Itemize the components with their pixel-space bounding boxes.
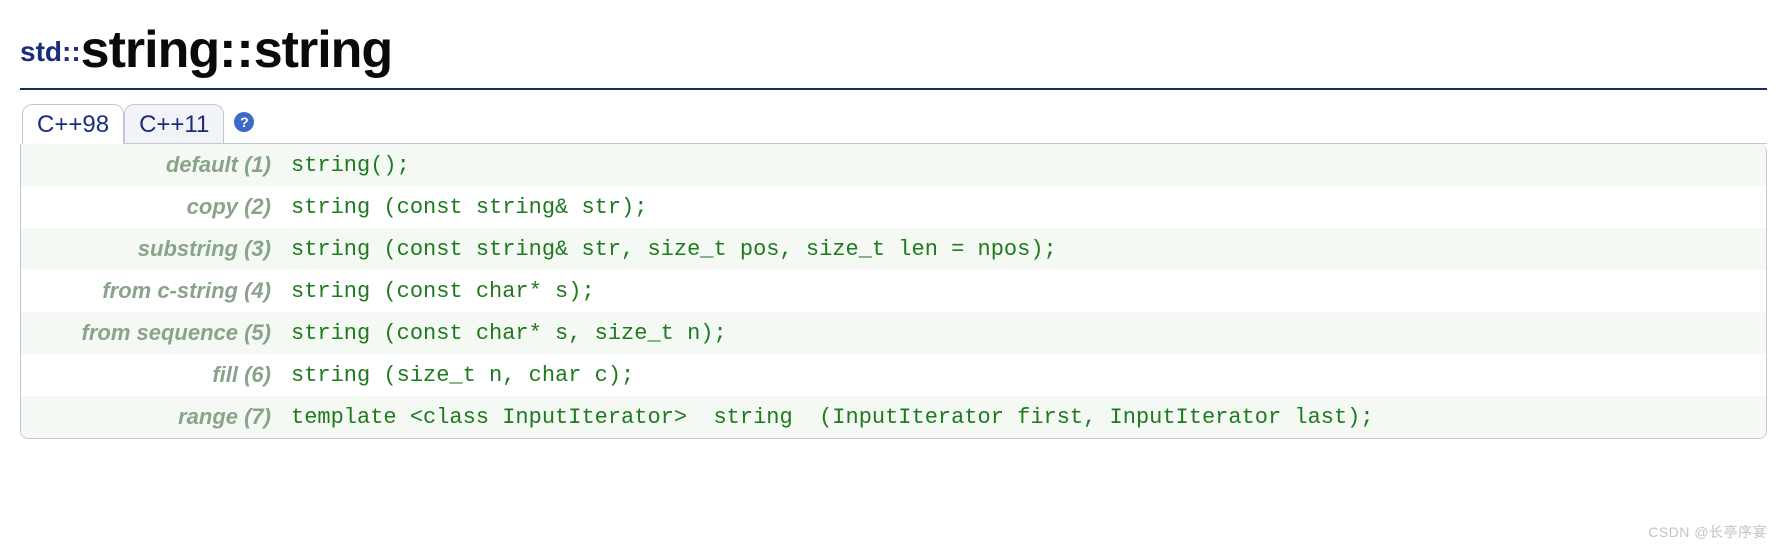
proto-label-substring: substring (3) bbox=[21, 228, 281, 270]
proto-label-fill: fill (6) bbox=[21, 354, 281, 396]
table-row: from c-string (4) string (const char* s)… bbox=[21, 270, 1766, 312]
proto-label-sequence: from sequence (5) bbox=[21, 312, 281, 354]
table-row: substring (3) string (const string& str,… bbox=[21, 228, 1766, 270]
proto-sig-fill: string (size_t n, char c); bbox=[281, 354, 1766, 396]
tab-cpp98[interactable]: C++98 bbox=[22, 104, 124, 144]
tab-label: C++11 bbox=[139, 111, 209, 138]
page-title: std::string::string bbox=[20, 20, 1767, 90]
title-class: string bbox=[81, 21, 219, 79]
proto-label-cstring: from c-string (4) bbox=[21, 270, 281, 312]
tab-label: C++98 bbox=[37, 111, 109, 138]
proto-sig-range: template <class InputIterator> string (I… bbox=[281, 396, 1766, 438]
table-row: range (7) template <class InputIterator>… bbox=[21, 396, 1766, 438]
proto-sig-sequence: string (const char* s, size_t n); bbox=[281, 312, 1766, 354]
watermark: CSDN @长亭序宴 bbox=[1648, 522, 1767, 542]
prototype-table: default (1) string(); copy (2) string (c… bbox=[21, 144, 1766, 438]
version-tabs: C++98 C++11 ? bbox=[22, 104, 1767, 144]
help-icon[interactable]: ? bbox=[234, 112, 254, 132]
proto-sig-substring: string (const string& str, size_t pos, s… bbox=[281, 228, 1766, 270]
proto-label-range: range (7) bbox=[21, 396, 281, 438]
proto-sig-default: string(); bbox=[281, 144, 1766, 186]
proto-sig-copy: string (const string& str); bbox=[281, 186, 1766, 228]
title-separator: :: bbox=[219, 21, 254, 79]
table-row: from sequence (5) string (const char* s,… bbox=[21, 312, 1766, 354]
proto-label-copy: copy (2) bbox=[21, 186, 281, 228]
table-row: copy (2) string (const string& str); bbox=[21, 186, 1766, 228]
prototype-box: default (1) string(); copy (2) string (c… bbox=[20, 144, 1767, 439]
table-row: fill (6) string (size_t n, char c); bbox=[21, 354, 1766, 396]
proto-label-default: default (1) bbox=[21, 144, 281, 186]
title-member: string bbox=[254, 21, 392, 79]
title-namespace: std:: bbox=[20, 36, 81, 67]
table-row: default (1) string(); bbox=[21, 144, 1766, 186]
proto-sig-cstring: string (const char* s); bbox=[281, 270, 1766, 312]
tab-cpp11[interactable]: C++11 bbox=[124, 104, 224, 143]
